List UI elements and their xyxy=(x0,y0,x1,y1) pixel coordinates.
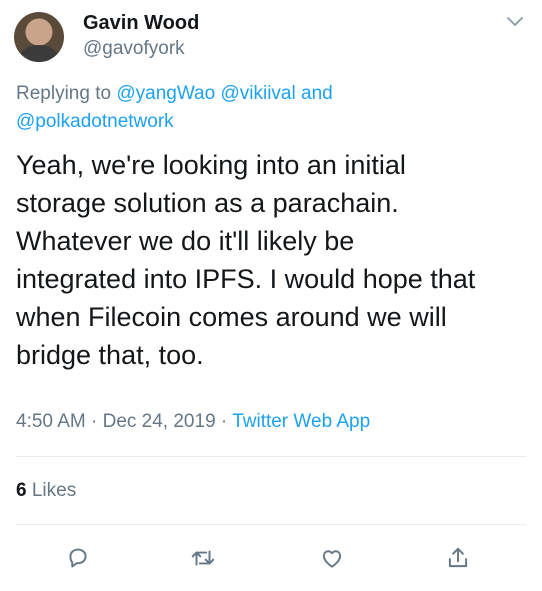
meta-separator: · xyxy=(91,411,98,432)
share-icon[interactable] xyxy=(443,543,473,573)
retweet-icon[interactable] xyxy=(188,543,218,573)
likes-count[interactable]: 6 Likes xyxy=(16,479,76,503)
chevron-down-icon[interactable] xyxy=(505,12,525,32)
author-name[interactable]: Gavin Wood xyxy=(83,11,199,35)
tweet-card: Gavin Wood @gavofyork Replying to @yangW… xyxy=(0,0,542,591)
mention-link[interactable]: @vikiival xyxy=(220,83,295,104)
tweet-meta: 4:50 AM · Dec 24, 2019 · Twitter Web App xyxy=(16,410,370,434)
replying-to: Replying to @yangWao @vikiival and @polk… xyxy=(16,80,526,136)
replying-prefix: Replying to xyxy=(16,83,112,104)
tweet-source[interactable]: Twitter Web App xyxy=(232,411,370,432)
divider xyxy=(16,456,526,457)
tweet-time[interactable]: 4:50 AM xyxy=(16,411,86,432)
avatar-shirt xyxy=(20,45,58,62)
meta-separator: · xyxy=(220,411,228,432)
heart-icon[interactable] xyxy=(317,543,347,573)
reply-icon[interactable] xyxy=(63,543,93,573)
author-handle[interactable]: @gavofyork xyxy=(83,38,185,60)
replying-conjunction: and xyxy=(301,83,333,104)
avatar[interactable] xyxy=(14,12,64,62)
mention-link[interactable]: @yangWao xyxy=(116,83,215,104)
mention-link[interactable]: @polkadotnetwork xyxy=(16,111,174,132)
tweet-date[interactable]: Dec 24, 2019 xyxy=(103,411,216,432)
divider xyxy=(16,524,526,525)
likes-number: 6 xyxy=(16,480,27,501)
tweet-text: Yeah, we're looking into an initial stor… xyxy=(16,150,476,370)
likes-label: Likes xyxy=(31,480,77,501)
